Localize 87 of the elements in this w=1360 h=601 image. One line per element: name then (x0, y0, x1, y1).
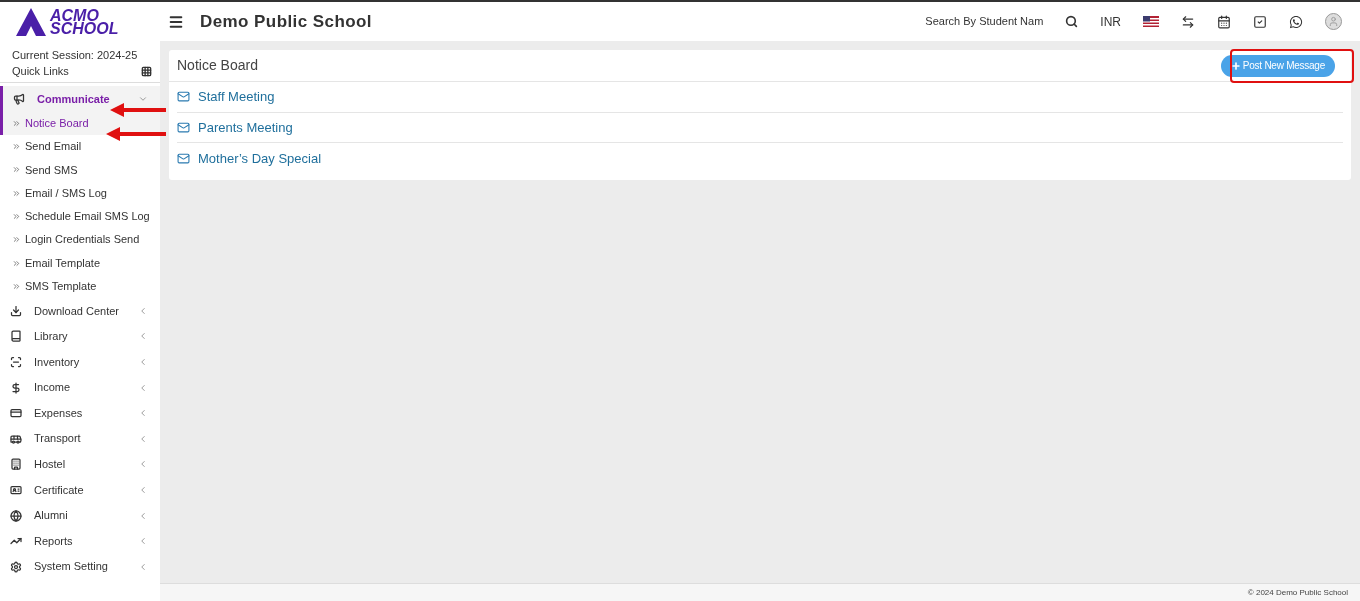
plus-icon (1230, 60, 1241, 71)
double-chevron-icon (12, 165, 21, 175)
annotation-arrow (106, 127, 166, 141)
sidebar-item[interactable]: Communicate (0, 86, 160, 112)
annotation-arrow (110, 103, 166, 117)
notice-link[interactable]: Staff Meeting (198, 87, 275, 107)
sidebar-item[interactable]: Expenses (0, 400, 160, 426)
sidebar-subitem[interactable]: Schedule Email SMS Log (0, 204, 160, 229)
double-chevron-icon (12, 188, 21, 198)
sidebar-subitem-label: Send Email (25, 139, 82, 155)
sidebar-item-label: Communicate (37, 91, 110, 107)
sidebar-subitem-label: Send SMS (25, 162, 78, 178)
gears-icon (10, 560, 22, 573)
checkbox-icon[interactable] (1253, 14, 1267, 29)
sidebar-item[interactable]: System Setting (0, 553, 160, 580)
double-chevron-icon (12, 211, 21, 221)
sidebar-subitem-label: Login Credentials Send (25, 232, 140, 248)
sidebar-item[interactable]: Inventory (0, 349, 160, 375)
logo-icon (16, 7, 46, 36)
sidebar-item-label: Library (34, 329, 68, 345)
bus-icon (10, 432, 22, 445)
sidebar-item-label: Expenses (34, 405, 83, 421)
sidebar-item[interactable]: Download Center (0, 297, 160, 324)
sidebar-item-label: Download Center (34, 303, 119, 319)
sidebar-item-label: Hostel (34, 457, 66, 473)
sidebar-subitem-label: Schedule Email SMS Log (25, 209, 150, 225)
quick-links-label: Quick Links (12, 64, 69, 80)
envelope-icon (177, 151, 190, 165)
envelope-icon (177, 90, 190, 104)
sidebar-subitem-label: Email / SMS Log (25, 185, 107, 201)
sidebar-item-label: Inventory (34, 354, 80, 370)
sidebar-item[interactable]: Income (0, 374, 160, 401)
double-chevron-icon (12, 235, 21, 245)
sidebar-item-label: Alumni (34, 508, 68, 524)
double-chevron-icon (12, 142, 21, 152)
sidebar-item[interactable]: Transport (0, 425, 160, 452)
globe-icon (10, 509, 22, 522)
search-icon[interactable] (1065, 15, 1079, 28)
sidebar-subitem[interactable]: Login Credentials Send (0, 228, 160, 252)
envelope-icon (177, 120, 190, 134)
sidebar-item[interactable]: Library (0, 323, 160, 350)
avatar-icon[interactable] (1325, 13, 1342, 30)
menu-icon[interactable] (168, 13, 184, 30)
download-icon (10, 304, 22, 317)
sidebar-subitem-label: SMS Template (25, 279, 97, 295)
sidebar-subitem[interactable]: Email / SMS Log (0, 181, 160, 205)
sidebar-item-label: System Setting (34, 559, 108, 575)
building-icon (10, 458, 22, 471)
notice-link[interactable]: Parents Meeting (198, 117, 293, 137)
id-card-icon (10, 483, 22, 496)
sidebar-item-label: Certificate (34, 482, 84, 498)
logo[interactable]: ACMO SCHOOL (0, 7, 160, 36)
notice-link[interactable]: Mother’s Day Special (198, 148, 322, 168)
sidebar-subitem[interactable]: SMS Template (0, 274, 160, 298)
sidebar-subitem-label: Notice Board (25, 116, 89, 131)
sidebar-item[interactable]: Hostel (0, 451, 160, 478)
swap-icon[interactable] (1181, 14, 1195, 29)
logo-text: SCHOOL (50, 21, 119, 35)
double-chevron-icon (12, 258, 21, 268)
double-chevron-icon (12, 281, 21, 291)
sidebar-subitem[interactable]: Send Email (0, 134, 160, 159)
sidebar-subitem-label: Email Template (25, 255, 100, 271)
dollar-icon (10, 381, 22, 394)
double-chevron-icon (12, 118, 21, 128)
card-icon (10, 407, 22, 420)
sidebar-item[interactable]: Certificate (0, 477, 160, 503)
copyright-text: © 2024 Demo Public School (1247, 586, 1348, 599)
sidebar-subitem[interactable]: Email Template (0, 251, 160, 275)
search-field[interactable]: Search By Student Nam (925, 13, 1044, 30)
sidebar-item[interactable]: Alumni (0, 502, 160, 529)
currency-selector[interactable]: INR (1100, 12, 1121, 31)
megaphone-icon (13, 92, 25, 105)
book-icon (10, 330, 22, 343)
sidebar-item-label: Income (34, 380, 71, 396)
sidebar-item-label: Reports (34, 533, 73, 549)
whatsapp-icon[interactable] (1289, 14, 1303, 29)
sidebar-item-label: Transport (34, 431, 81, 447)
grid-icon[interactable] (141, 66, 152, 77)
card-title: Notice Board (177, 56, 258, 75)
school-title: Demo Public School (200, 10, 372, 33)
session-label: Current Session: 2024-25 (11, 48, 139, 61)
logo-text: ACMO (50, 8, 99, 22)
calendar-icon[interactable] (1217, 14, 1231, 29)
frame-icon (10, 355, 22, 368)
sidebar-item[interactable]: Reports (0, 528, 160, 554)
flag-icon[interactable] (1143, 16, 1159, 27)
sidebar-subitem[interactable]: Send SMS (0, 158, 160, 182)
